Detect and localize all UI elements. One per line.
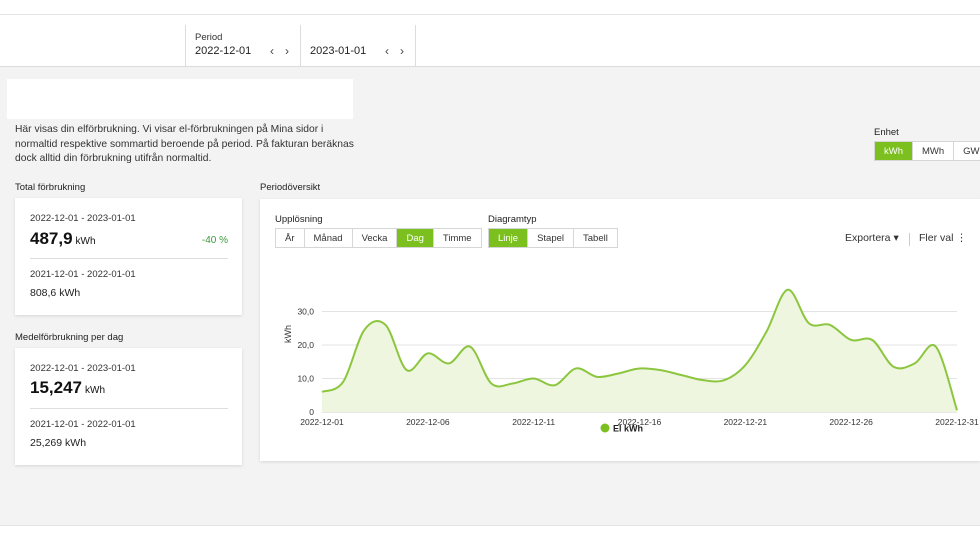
start-prev-chevron-left-icon[interactable]: ‹ — [270, 44, 274, 58]
chart-type-selector: Linje Stapel Tabell — [488, 228, 618, 248]
x-tick-label: 2022-12-26 — [829, 417, 873, 427]
total-change-badge: -40 % — [201, 235, 228, 246]
total-previous-value: 808,6 kWh — [30, 287, 81, 299]
y-tick-label: 0 — [309, 407, 314, 417]
resolution-option-month[interactable]: Månad — [305, 229, 353, 247]
caret-down-icon: ▾ — [893, 232, 899, 244]
overview-title: Periodöversikt — [260, 182, 321, 193]
period-bar-divider — [185, 25, 186, 67]
y-tick-label: 30,0 — [297, 307, 314, 317]
unit-option-kwh[interactable]: kWh — [875, 142, 913, 160]
chart-type-label: Diagramtyp — [488, 214, 537, 225]
x-tick-label: 2022-12-21 — [724, 417, 768, 427]
daily-divider — [30, 408, 228, 409]
y-axis-label: kWh — [283, 325, 293, 343]
daily-previous-value: 25,269 kWh — [30, 437, 87, 449]
resolution-selector: År Månad Vecka Dag Timme — [275, 228, 482, 248]
consumption-chart: kWh 0 10,0 20,0 30,0 2022-12-01 2022-12-06 20… — [283, 288, 979, 434]
total-previous-range: 2021-12-01 - 2022-01-01 — [30, 269, 136, 280]
x-tick-label: 2022-12-11 — [512, 417, 555, 427]
x-tick-label: 2022-12-01 — [300, 417, 344, 427]
total-divider — [30, 258, 228, 259]
app-frame: Period 2022-12-01 ‹ › 2023-01-01 ‹ › Här… — [0, 14, 980, 526]
daily-current-range: 2022-12-01 - 2023-01-01 — [30, 363, 136, 374]
kebab-menu-icon: ⋮ — [956, 232, 967, 244]
more-options-button[interactable]: Fler val ⋮ — [919, 232, 967, 244]
unit-option-gwh[interactable]: GWh — [954, 142, 980, 160]
daily-previous-range: 2021-12-01 - 2022-01-01 — [30, 419, 136, 430]
chart-type-option-line[interactable]: Linje — [489, 229, 529, 247]
end-date[interactable]: 2023-01-01 — [310, 45, 366, 57]
period-bar — [0, 15, 980, 67]
daily-card: 2022-12-01 - 2023-01-01 15,247 kWh 2021-1… — [15, 348, 242, 465]
legend-marker — [600, 423, 610, 433]
resolution-option-week[interactable]: Vecka — [353, 229, 398, 247]
toolbar-divider — [909, 233, 910, 246]
x-tick-label: 2022-12-06 — [406, 417, 450, 427]
notice-box — [7, 79, 353, 119]
period-label: Period — [195, 32, 223, 43]
area-fill — [322, 289, 957, 412]
intro-text: Här visas din elförbrukning. Vi visar el… — [15, 124, 354, 164]
total-current-value: 487,9 kWh — [30, 229, 96, 248]
resolution-option-year[interactable]: År — [276, 229, 305, 247]
chart-type-option-bar[interactable]: Stapel — [528, 229, 575, 247]
daily-title: Medelförbrukning per dag — [15, 332, 124, 343]
resolution-label: Upplösning — [275, 214, 323, 225]
daily-current-value: 15,247 kWh — [30, 378, 105, 397]
start-next-chevron-right-icon[interactable]: › — [285, 44, 289, 58]
total-title: Total förbrukning — [15, 182, 86, 193]
resolution-option-hour[interactable]: Timme — [434, 229, 481, 247]
end-prev-chevron-left-icon[interactable]: ‹ — [385, 44, 389, 58]
total-card: 2022-12-01 - 2023-01-01 487,9 kWh -40 % 2… — [15, 198, 242, 315]
resolution-option-day[interactable]: Dag — [397, 229, 434, 247]
legend-label: El kWh — [613, 424, 643, 434]
unit-label: Enhet — [874, 127, 899, 138]
period-bar-divider — [300, 25, 301, 67]
chart-type-option-table[interactable]: Tabell — [574, 229, 617, 247]
period-bar-divider — [415, 25, 416, 67]
start-date[interactable]: 2022-12-01 — [195, 45, 251, 57]
unit-option-mwh[interactable]: MWh — [913, 142, 955, 160]
end-next-chevron-right-icon[interactable]: › — [400, 44, 404, 58]
y-tick-label: 10,0 — [297, 374, 314, 384]
x-tick-label: 2022-12-31 — [935, 417, 979, 427]
export-button[interactable]: Exportera ▾ — [845, 232, 899, 244]
y-tick-label: 20,0 — [297, 340, 314, 350]
unit-selector: kWh MWh GWh — [874, 141, 980, 161]
total-current-range: 2022-12-01 - 2023-01-01 — [30, 213, 136, 224]
